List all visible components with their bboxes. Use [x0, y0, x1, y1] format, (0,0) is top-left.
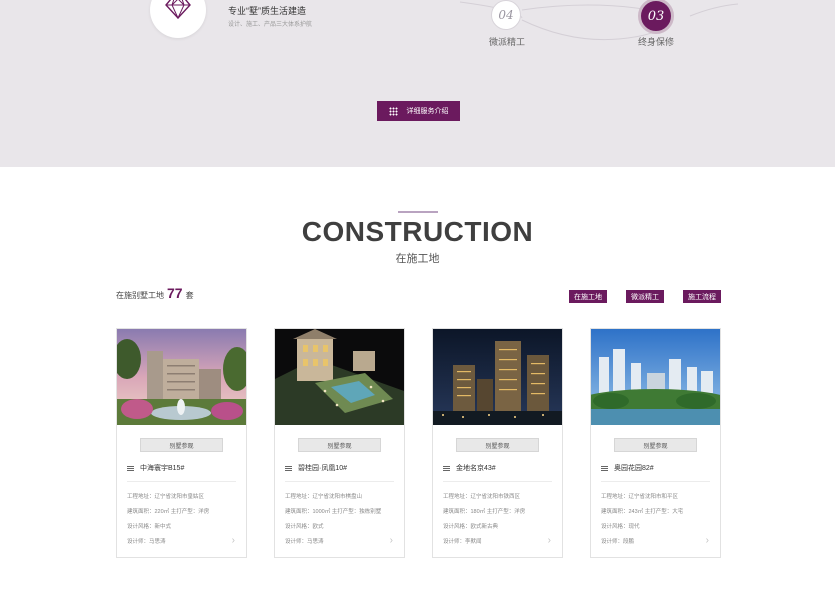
project-style: 设计风格：欧式	[285, 524, 324, 530]
list-icon	[601, 465, 608, 471]
project-area: 建筑面积：180㎡ 主打产型：洋房	[443, 509, 526, 515]
chevron-right-icon[interactable]: ›	[548, 535, 551, 546]
project-area: 建筑面积：1000㎡ 主打产型：独栋别墅	[285, 509, 382, 515]
project-area: 建筑面积：220㎡ 主打产型：洋房	[127, 509, 210, 515]
project-name-text: 中海寰宇B15#	[140, 465, 185, 472]
project-name-text: 碧桂园·凤凰10#	[298, 465, 348, 472]
view-villa-button[interactable]: 别墅参观	[298, 438, 381, 452]
project-designer: 设计师：马思涛	[285, 539, 324, 545]
tab-fine-craft[interactable]: 微派精工	[626, 290, 664, 303]
chevron-right-icon[interactable]: ›	[232, 535, 235, 546]
project-photo[interactable]	[275, 329, 404, 425]
project-name[interactable]: 碧桂园·凤凰10#	[285, 463, 347, 473]
project-style: 设计风格：欧式新古典	[443, 524, 499, 530]
project-card[interactable]: 别墅参观 中海寰宇B15# 工程地址：辽宁省沈阳市皇姑区 建筑面积：220㎡ 主…	[116, 328, 247, 558]
detail-service-label: 详细服务介绍	[406, 108, 449, 115]
heading-accent-line	[398, 211, 438, 213]
tab-construction-sites[interactable]: 在施工地	[569, 290, 607, 303]
grid-icon	[388, 106, 398, 116]
project-designer: 设计师：马思涛	[127, 539, 166, 545]
project-card[interactable]: 别墅参观 金地名京43# 工程地址：辽宁省沈阳市铁西区 建筑面积：180㎡ 主打…	[432, 328, 563, 558]
project-name-text: 奥园花园82#	[614, 465, 654, 472]
detail-service-button[interactable]: 详细服务介绍	[377, 101, 460, 121]
project-address: 工程地址：辽宁省沈阳市和平区	[601, 494, 679, 500]
service-band: 专业“墅”质生活建造 设计、施工、产品三大体系护航 04 微派精工 03 终身保…	[0, 0, 835, 167]
tab-construction-process[interactable]: 施工流程	[683, 290, 721, 303]
section-title-cn: 在施工地	[395, 253, 440, 265]
card-divider	[443, 481, 552, 482]
project-photo[interactable]	[117, 329, 246, 425]
view-villa-button[interactable]: 别墅参观	[456, 438, 539, 452]
project-designer: 设计师：李默闻	[443, 539, 482, 545]
chevron-right-icon[interactable]: ›	[706, 535, 709, 546]
card-divider	[127, 481, 236, 482]
project-card[interactable]: 别墅参观 奥园花园82# 工程地址：辽宁省沈阳市和平区 建筑面积：243㎡ 主打…	[590, 328, 721, 558]
project-name[interactable]: 金地名京43#	[443, 463, 496, 473]
site-count-value: 77	[167, 285, 183, 301]
card-divider	[285, 481, 394, 482]
step-03-label: 终身保修	[637, 37, 674, 47]
project-name[interactable]: 奥园花园82#	[601, 463, 654, 473]
project-address: 工程地址：辽宁省沈阳市铁西区	[443, 494, 521, 500]
project-address: 工程地址：辽宁省沈阳市皇姑区	[127, 494, 205, 500]
chevron-right-icon[interactable]: ›	[390, 535, 393, 546]
project-style: 设计风格：现代	[601, 524, 640, 530]
project-name-text: 金地名京43#	[456, 465, 496, 472]
list-icon	[285, 465, 292, 471]
service-title: 专业“墅”质生活建造	[228, 6, 306, 16]
step-04-circle: 04	[491, 0, 521, 30]
project-photo[interactable]	[433, 329, 562, 425]
section-title-en: CONSTRUCTION	[301, 216, 534, 247]
list-icon	[127, 465, 134, 471]
project-name[interactable]: 中海寰宇B15#	[127, 463, 184, 473]
project-designer: 设计师：段鹏	[601, 539, 635, 545]
project-style: 设计风格：新中式	[127, 524, 172, 530]
card-divider	[601, 481, 710, 482]
service-subtitle: 设计、施工、产品三大体系护航	[228, 22, 313, 28]
site-count: 在施别墅工地 77 套	[116, 285, 194, 301]
site-count-suffix: 套	[185, 291, 194, 300]
project-card[interactable]: 别墅参观 碧桂园·凤凰10# 工程地址：辽宁省沈阳市棋盘山 建筑面积：1000㎡…	[274, 328, 405, 558]
view-villa-button[interactable]: 别墅参观	[614, 438, 697, 452]
step-04-label: 微派精工	[488, 37, 525, 47]
diamond-icon	[165, 0, 191, 24]
diamond-badge	[150, 0, 206, 38]
list-icon	[443, 465, 450, 471]
project-photo[interactable]	[591, 329, 720, 425]
site-count-prefix: 在施别墅工地	[116, 291, 164, 300]
step-connector-lines	[459, 1, 739, 41]
view-villa-button[interactable]: 别墅参观	[140, 438, 223, 452]
project-area: 建筑面积：243㎡ 主打产型：大宅	[601, 509, 684, 515]
project-address: 工程地址：辽宁省沈阳市棋盘山	[285, 494, 363, 500]
